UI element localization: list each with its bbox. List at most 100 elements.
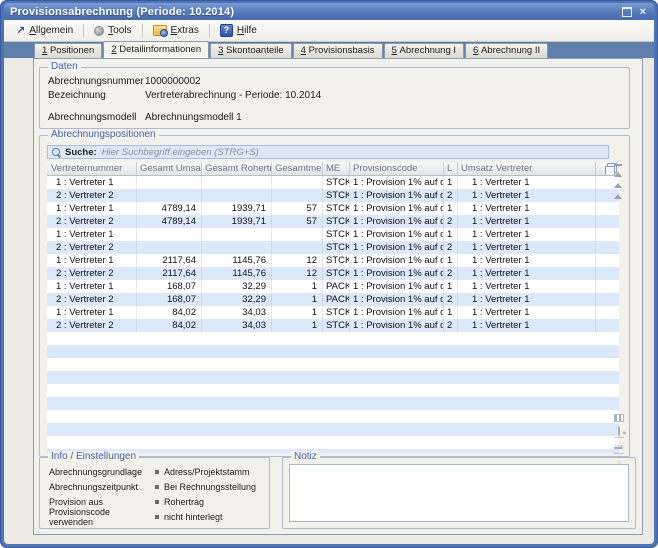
tab-provisionsbasis[interactable]: 4 Provisionsbasis — [293, 43, 383, 58]
table-row[interactable]: 2 : Vertreter 284,0234,031STCK1 : Provis… — [47, 319, 619, 332]
search-label: Suche: — [65, 147, 97, 158]
abrechnungsnummer-value: 1000000002 — [145, 76, 201, 89]
zoom-icon[interactable] — [614, 427, 624, 438]
search-placeholder: Hier Suchbegriff eingeben (STRG+S) — [102, 147, 259, 158]
col-provisionscode[interactable]: Provisionscode — [350, 162, 444, 175]
table-row[interactable]: 1 : Vertreter 1STCK1 : Provision 1% auf … — [47, 176, 619, 189]
cell: 1 : Vertreter 1 — [458, 176, 596, 189]
cell: 1145,76 — [202, 254, 272, 267]
cell — [350, 358, 444, 371]
restore-window-icon[interactable] — [622, 7, 632, 17]
bullet-icon — [155, 515, 159, 519]
scroll-up-icon[interactable] — [614, 194, 622, 199]
table-row[interactable]: 1 : Vertreter 1STCK1 : Provision 1% auf … — [47, 228, 619, 241]
cell: STCK — [323, 241, 350, 254]
cell — [458, 449, 596, 453]
cell: 1 : Vertreter 1 — [47, 176, 137, 189]
bullet-icon — [155, 470, 159, 474]
cell — [137, 189, 202, 202]
cell — [47, 423, 137, 436]
tab-positionen[interactable]: 1 Positionen — [34, 43, 102, 58]
col-gesamtmenge[interactable]: Gesamtmenge — [272, 162, 323, 175]
folder-extras-icon — [153, 25, 167, 36]
notiz-textarea[interactable] — [289, 464, 629, 522]
empty-row — [47, 436, 619, 449]
cell: 2 : Vertreter 2 — [47, 189, 137, 202]
tools-button[interactable]: Tools — [86, 23, 139, 38]
cell: 12 — [272, 267, 323, 280]
cell: 1 : Vertreter 1 — [458, 202, 596, 215]
cell: 1 : Vertreter 1 — [458, 306, 596, 319]
cell — [47, 358, 137, 371]
col-gesamt-rohertrag[interactable]: Gesamt Rohertrag EUR — [202, 162, 272, 175]
table-row[interactable]: 2 : Vertreter 24789,141939,7157STCK1 : P… — [47, 215, 619, 228]
cell: 1 : Vertreter 1 — [458, 280, 596, 293]
cell: 1 : Vertreter 1 — [458, 189, 596, 202]
dialog-body: Daten Abrechnungsnummer 1000000002 Bezei… — [4, 58, 654, 544]
empty-row — [47, 423, 619, 436]
positions-table: Vertreternummer Gesamt Umsatz EUR Gesamt… — [47, 162, 619, 453]
col-gesamt-umsatz[interactable]: Gesamt Umsatz EUR — [137, 162, 202, 175]
cell: 1 : Vertreter 1 — [47, 254, 137, 267]
positionen-group-label: Abrechnungspositionen — [48, 129, 159, 141]
cell — [323, 423, 350, 436]
close-icon[interactable]: × — [640, 7, 646, 17]
tab-abrechnung-1[interactable]: 5 Abrechnung I — [384, 43, 464, 58]
cell — [272, 332, 323, 345]
cell — [202, 176, 272, 189]
hilfe-button[interactable]: ? Hilfe — [212, 22, 265, 39]
cell: 168,07 — [137, 280, 202, 293]
cell: 2 : Vertreter 2 — [47, 215, 137, 228]
scroll-up-icon[interactable] — [614, 183, 622, 188]
cell — [202, 397, 272, 410]
cell: 1939,71 — [202, 202, 272, 215]
col-l[interactable]: L — [444, 162, 458, 175]
tab-abrechnung-2[interactable]: 6 Abrechnung II — [465, 43, 548, 58]
table-row[interactable]: 2 : Vertreter 2STCK1 : Provision 1% auf … — [47, 189, 619, 202]
cell — [323, 384, 350, 397]
table-row[interactable]: 2 : Vertreter 22117,641145,7612STCK1 : P… — [47, 267, 619, 280]
col-me[interactable]: ME — [323, 162, 350, 175]
columns-icon[interactable] — [614, 414, 624, 422]
bezeichnung-value: Vertreterabrechnung - Periode: 10.2014 — [145, 90, 321, 103]
tab-detailinformationen[interactable]: 2 Detailinformationen — [103, 41, 209, 58]
bullet-icon — [155, 500, 159, 504]
col-vertreternummer[interactable]: Vertreternummer — [47, 162, 137, 175]
notiz-group: Notiz — [282, 457, 636, 529]
empty-row — [47, 332, 619, 345]
tab-page: Daten Abrechnungsnummer 1000000002 Bezei… — [33, 58, 643, 535]
cell — [323, 397, 350, 410]
table-row[interactable]: 2 : Vertreter 2168,0732,291PACK1 : Provi… — [47, 293, 619, 306]
cell — [137, 176, 202, 189]
table-row[interactable]: 2 : Vertreter 2STCK1 : Provision 1% auf … — [47, 241, 619, 254]
table-row[interactable]: 1 : Vertreter 1168,0732,291PACK1 : Provi… — [47, 280, 619, 293]
cell — [350, 410, 444, 423]
cell — [272, 397, 323, 410]
cell: 2 — [444, 189, 458, 202]
cell: 84,02 — [137, 306, 202, 319]
cell: 1 : Vertreter 1 — [458, 228, 596, 241]
table-row[interactable]: 1 : Vertreter 12117,641145,7612STCK1 : P… — [47, 254, 619, 267]
cell — [137, 410, 202, 423]
extras-button[interactable]: Extras — [145, 23, 207, 38]
cell: 1 — [272, 319, 323, 332]
table-row[interactable]: 1 : Vertreter 184,0234,031STCK1 : Provis… — [47, 306, 619, 319]
search-input[interactable]: Suche: Hier Suchbegriff eingeben (STRG+S… — [47, 145, 609, 159]
cell: 1 — [272, 306, 323, 319]
allgemein-button[interactable]: ↗ Allgemein — [8, 23, 81, 38]
info-row-abrechnungszeitpunkt: Abrechnungszeitpunkt Bei Rechnungsstellu… — [49, 481, 263, 493]
cell: STCK — [323, 176, 350, 189]
tab-skontoanteile[interactable]: 3 Skontoanteile — [210, 43, 292, 58]
cell — [444, 436, 458, 449]
cell: STCK — [323, 215, 350, 228]
window-title: Provisionsabrechnung (Periode: 10.2014) — [4, 6, 622, 18]
cell — [350, 332, 444, 345]
grid-side-strip: TAB ▽ — [612, 162, 626, 453]
cell — [137, 397, 202, 410]
cell: 2 — [444, 293, 458, 306]
col-umsatz-vertreter[interactable]: Umsatz Vertreter — [458, 162, 596, 175]
table-row[interactable]: 1 : Vertreter 14789,141939,7157STCK1 : P… — [47, 202, 619, 215]
collapse-icon[interactable] — [614, 447, 622, 449]
cell — [444, 345, 458, 358]
scroll-top-icon[interactable] — [614, 172, 622, 177]
